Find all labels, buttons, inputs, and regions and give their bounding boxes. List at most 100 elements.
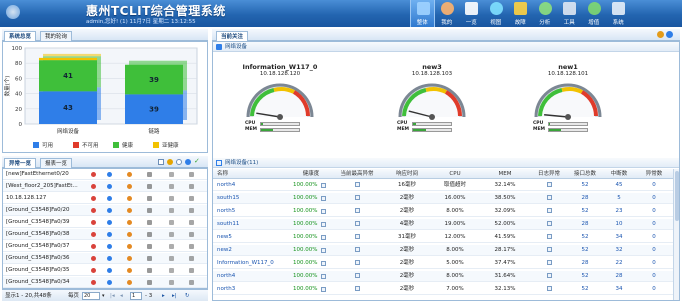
health-detail-icon[interactable] — [321, 222, 326, 227]
abnormal-row[interactable]: [Ground_C3548]Fa0/38 — [3, 229, 207, 240]
person-icon[interactable] — [169, 280, 174, 285]
alarm-icon[interactable] — [91, 172, 96, 177]
doc-icon[interactable] — [189, 268, 194, 273]
device-row[interactable]: north5 100.00% 2毫秒 8.00% 32.09% 52 23 0 — [213, 206, 673, 217]
per-page-select[interactable]: 20 — [82, 292, 100, 300]
log-icon[interactable] — [546, 195, 552, 200]
first-page-icon[interactable]: |◂ — [110, 290, 115, 301]
settings-icon[interactable] — [657, 31, 664, 38]
health-detail-icon[interactable] — [321, 235, 326, 240]
info-icon[interactable] — [107, 220, 112, 225]
device-table-scrollbar[interactable] — [673, 169, 679, 300]
nav-wrench[interactable]: 工具 — [557, 0, 582, 27]
nav-warning[interactable]: 故障 — [508, 0, 533, 27]
collapse-icon[interactable] — [216, 160, 222, 166]
abnormal-row[interactable]: [new]FastEthernet0/20 — [3, 169, 207, 180]
alarm-detail-icon[interactable] — [354, 247, 360, 252]
abnormal-row[interactable]: [Ground_C3548]Fa0/35 — [3, 265, 207, 276]
clock-icon[interactable] — [176, 159, 182, 165]
warning-icon[interactable] — [167, 159, 173, 165]
column-header[interactable]: 中断数 — [603, 169, 635, 179]
cell-name[interactable]: north4 — [217, 271, 291, 282]
device-row[interactable]: north4 100.00% 16毫秒 取值超时 32.14% 52 45 0 — [213, 180, 673, 191]
hand-icon[interactable] — [127, 172, 132, 177]
log-icon[interactable] — [546, 208, 552, 213]
per-page-dropdown-icon[interactable]: ▾ — [102, 290, 105, 301]
column-header[interactable]: 当前最高异常 — [331, 169, 383, 179]
log-icon[interactable] — [546, 221, 552, 226]
person-icon[interactable] — [169, 172, 174, 177]
plug-icon[interactable] — [147, 268, 152, 273]
alarm-icon[interactable] — [91, 256, 96, 261]
plug-icon[interactable] — [147, 172, 152, 177]
cell-name[interactable]: new5 — [217, 232, 291, 243]
info-icon[interactable] — [107, 184, 112, 189]
log-icon[interactable] — [546, 182, 552, 187]
log-icon[interactable] — [546, 286, 552, 291]
device-row[interactable]: Information_W117_0 100.00% 2毫秒 5.00% 37.47% 2… — [213, 258, 673, 269]
info-icon[interactable] — [107, 244, 112, 249]
plug-icon[interactable] — [147, 184, 152, 189]
health-detail-icon[interactable] — [321, 209, 326, 214]
device-row[interactable]: south15 100.00% 2毫秒 16.00% 38.50% 28 5 0 — [213, 193, 673, 204]
nav-user[interactable]: 我的 — [435, 0, 460, 27]
info-icon[interactable] — [107, 232, 112, 237]
hand-icon[interactable] — [127, 196, 132, 201]
plug-icon[interactable] — [147, 280, 152, 285]
abnormal-row[interactable]: [Ground_C3548]Fa0/20 — [3, 205, 207, 216]
doc-icon[interactable] — [189, 208, 194, 213]
alarm-icon[interactable] — [91, 268, 96, 273]
health-detail-icon[interactable] — [321, 274, 326, 279]
abnormal-row[interactable]: [Ground_C3548]Fa0/34 — [3, 277, 207, 288]
cell-name[interactable]: north5 — [217, 206, 291, 217]
column-header[interactable]: 健康度 — [293, 169, 329, 179]
health-detail-icon[interactable] — [321, 248, 326, 253]
plug-icon[interactable] — [147, 244, 152, 249]
alarm-detail-icon[interactable] — [354, 182, 360, 187]
column-header[interactable]: 异常数 — [637, 169, 671, 179]
cell-name[interactable]: Information_W117_0 — [217, 258, 291, 269]
info-icon[interactable] — [107, 196, 112, 201]
column-header[interactable]: 接口总数 — [569, 169, 601, 179]
device-row[interactable]: north3 100.00% 2毫秒 7.00% 32.13% 52 34 0 — [213, 284, 673, 295]
hand-icon[interactable] — [127, 232, 132, 237]
plug-icon[interactable] — [147, 232, 152, 237]
cell-name[interactable]: north4 — [217, 180, 291, 191]
person-icon[interactable] — [169, 208, 174, 213]
doc-icon[interactable] — [189, 172, 194, 177]
log-icon[interactable] — [546, 247, 552, 252]
hand-icon[interactable] — [127, 244, 132, 249]
alarm-icon[interactable] — [91, 196, 96, 201]
tab-my-polling[interactable]: 我的轮询 — [40, 31, 73, 41]
health-detail-icon[interactable] — [321, 287, 326, 292]
alarm-detail-icon[interactable] — [354, 273, 360, 278]
info-icon[interactable] — [107, 268, 112, 273]
cell-name[interactable]: new2 — [217, 245, 291, 256]
hand-icon[interactable] — [127, 256, 132, 261]
person-icon[interactable] — [169, 184, 174, 189]
hand-icon[interactable] — [127, 268, 132, 273]
health-detail-icon[interactable] — [321, 183, 326, 188]
abnormal-row[interactable]: [Ground_C3548]Fa0/37 — [3, 241, 207, 252]
alarm-detail-icon[interactable] — [354, 286, 360, 291]
log-icon[interactable] — [546, 273, 552, 278]
cell-name[interactable]: south11 — [217, 219, 291, 230]
abnormal-row[interactable]: [Ground_C3548]Fa0/39 — [3, 217, 207, 228]
person-icon[interactable] — [169, 268, 174, 273]
abnormal-row[interactable]: 10.18.128.127 — [3, 193, 207, 204]
alarm-detail-icon[interactable] — [354, 195, 360, 200]
device-gauge-card[interactable]: Information_W117_0 10.18.128.120 CPU MEM — [225, 63, 335, 153]
next-page-icon[interactable]: ▸ — [162, 290, 165, 301]
info-icon[interactable] — [107, 208, 112, 213]
check-icon[interactable]: ✓ — [194, 158, 201, 165]
column-header[interactable]: 日志异常 — [531, 169, 567, 179]
info-icon[interactable] — [107, 256, 112, 261]
doc-icon[interactable] — [189, 196, 194, 201]
hand-icon[interactable] — [127, 220, 132, 225]
help-icon[interactable] — [185, 159, 191, 165]
column-header[interactable]: 响应时间 — [385, 169, 429, 179]
device-row[interactable]: north4 100.00% 2毫秒 8.00% 31.64% 52 28 0 — [213, 271, 673, 282]
doc-icon[interactable] — [189, 280, 194, 285]
device-gauge-card[interactable]: new3 10.18.128.103 CPU MEM — [377, 63, 487, 153]
hand-icon[interactable] — [127, 208, 132, 213]
